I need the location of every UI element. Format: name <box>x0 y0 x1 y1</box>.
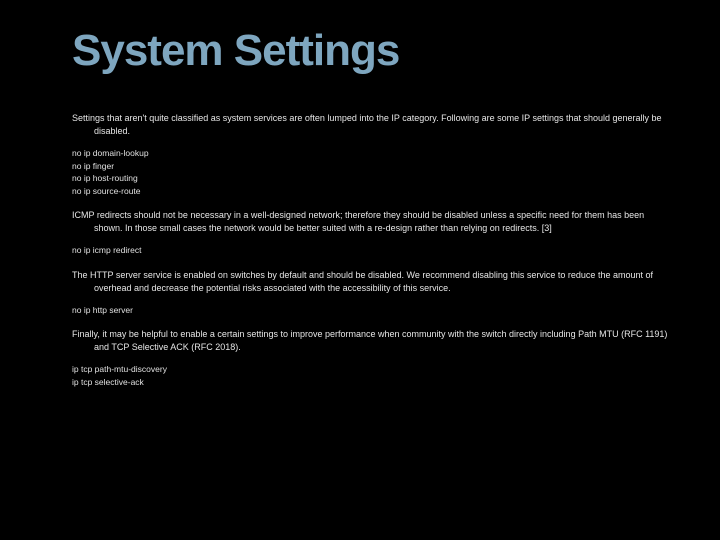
slide: System Settings Settings that aren't qui… <box>0 0 720 540</box>
command-line: no ip icmp redirect <box>72 245 672 256</box>
command-list-4: ip tcp path-mtu-discovery ip tcp selecti… <box>72 364 672 388</box>
paragraph-icmp: ICMP redirects should not be necessary i… <box>72 209 672 235</box>
command-line: ip tcp selective-ack <box>72 377 672 388</box>
slide-title: System Settings <box>72 28 672 74</box>
command-list-1: no ip domain-lookup no ip finger no ip h… <box>72 148 672 197</box>
slide-body: Settings that aren't quite classified as… <box>72 112 672 388</box>
command-line: no ip finger <box>72 161 672 172</box>
paragraph-http: The HTTP server service is enabled on sw… <box>72 269 672 295</box>
command-line: no ip http server <box>72 305 672 316</box>
command-line: no ip source-route <box>72 186 672 197</box>
command-line: no ip host-routing <box>72 173 672 184</box>
command-line: ip tcp path-mtu-discovery <box>72 364 672 375</box>
command-list-2: no ip icmp redirect <box>72 245 672 256</box>
command-list-3: no ip http server <box>72 305 672 316</box>
paragraph-intro: Settings that aren't quite classified as… <box>72 112 672 138</box>
paragraph-final: Finally, it may be helpful to enable a c… <box>72 328 672 354</box>
command-line: no ip domain-lookup <box>72 148 672 159</box>
